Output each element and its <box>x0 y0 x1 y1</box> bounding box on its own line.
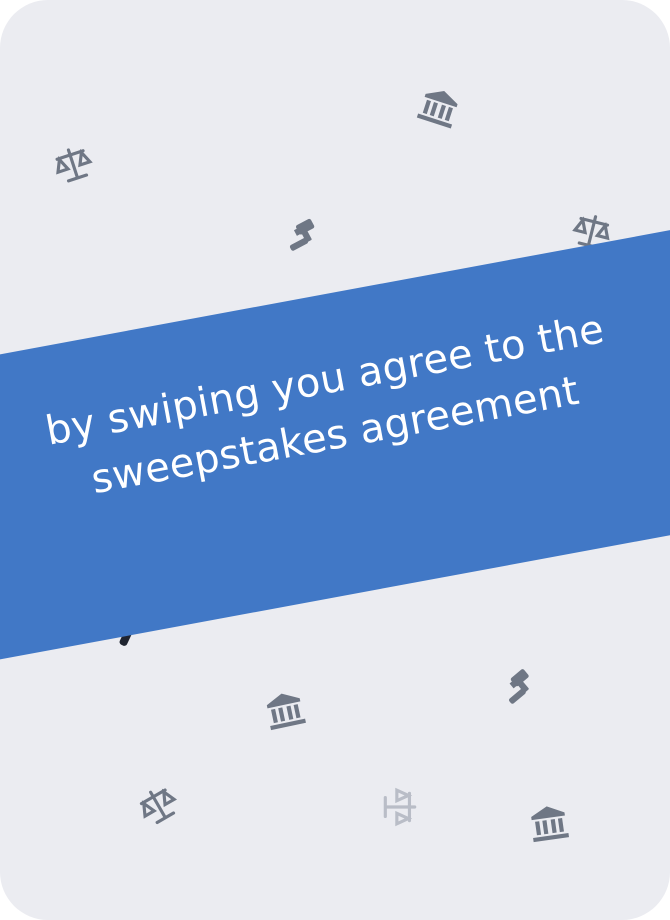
gavel-icon <box>491 659 550 718</box>
gavel-icon <box>276 210 333 267</box>
bank-icon <box>260 685 310 735</box>
scales-icon <box>129 776 186 833</box>
bank-icon <box>525 799 572 846</box>
bank-icon <box>413 81 466 134</box>
scales-icon <box>47 138 100 191</box>
sweepstakes-card[interactable]: by swiping you agree to the sweepstakes … <box>0 0 670 920</box>
scales-icon <box>379 786 421 828</box>
